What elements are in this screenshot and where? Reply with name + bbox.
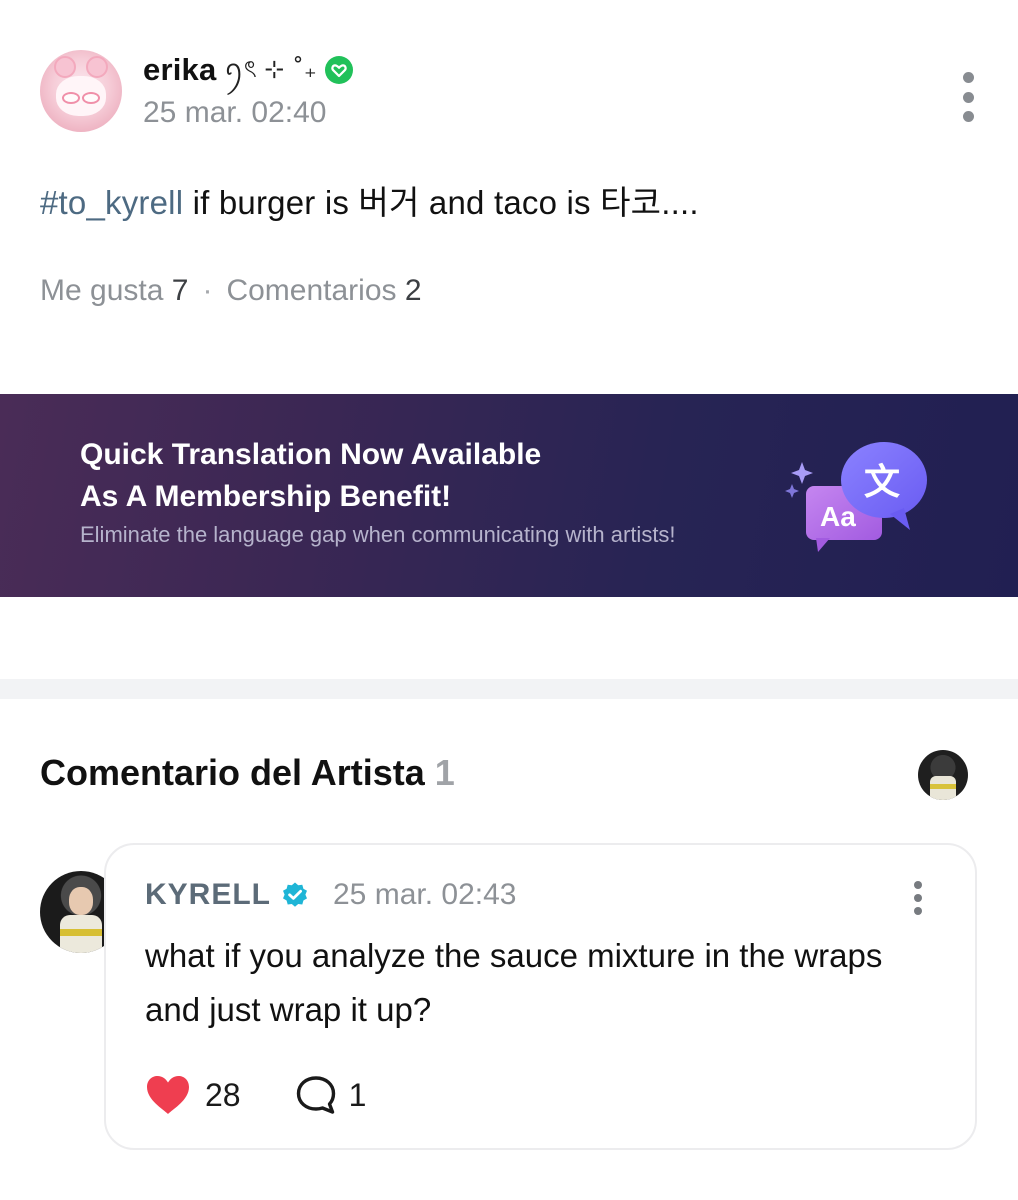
comment-bubble-icon [296, 1076, 335, 1114]
author-decoration: ꪆৎ ⊹ ˚₊ [224, 54, 317, 83]
reply-button[interactable]: 1 [295, 1075, 367, 1115]
artist-comment-title: Comentario del Artista 1 [40, 752, 455, 794]
comment-actions: 28 1 [145, 1073, 366, 1117]
artist-comment-count: 1 [434, 752, 455, 793]
artist-comment-title-text: Comentario del Artista [40, 752, 425, 793]
post-header: erika ꪆৎ ⊹ ˚₊ 25 mar. 02:40 [40, 50, 980, 132]
post-stats: Me gusta 7 · Comentarios 2 [40, 274, 422, 308]
comment-timestamp: 25 mar. 02:43 [333, 878, 517, 911]
reply-count: 1 [348, 1076, 367, 1113]
post-hashtag[interactable]: #to_kyrell [40, 184, 183, 221]
comment-more-icon[interactable] [913, 881, 923, 915]
comments-count: 2 [404, 274, 422, 307]
section-divider [0, 679, 1018, 699]
like-count: 28 [205, 1076, 241, 1113]
artist-avatar-small[interactable] [918, 750, 968, 800]
banner-title-line1: Quick Translation Now Available [80, 438, 542, 471]
post-text: #to_kyrell if burger is 버거 and taco is 타… [40, 176, 699, 224]
verified-badge-icon [281, 881, 309, 909]
translate-icon: Aa 文 [782, 434, 932, 564]
author-line: erika ꪆৎ ⊹ ˚₊ [143, 52, 353, 88]
verified-badge-icon [324, 56, 353, 84]
likes-stat[interactable]: Me gusta 7 [40, 274, 188, 308]
post-timestamp: 25 mar. 02:40 [143, 96, 327, 129]
svg-text:文: 文 [864, 462, 900, 503]
svg-text:Aa: Aa [820, 501, 856, 532]
likes-label: Me gusta [40, 274, 164, 307]
heart-icon [147, 1076, 189, 1114]
comment-text: what if you analyze the sauce mixture in… [145, 937, 883, 1028]
comments-label: Comentarios [226, 274, 397, 307]
more-vertical-icon[interactable] [960, 72, 976, 122]
author-avatar[interactable] [40, 50, 122, 132]
author-name[interactable]: erika [143, 52, 216, 88]
translation-banner[interactable]: Quick Translation Now Available As A Mem… [0, 394, 1018, 597]
artist-comment-card: KYRELL 25 mar. 02:43 what if you analyze… [104, 843, 977, 1150]
comments-stat[interactable]: Comentarios 2 [226, 274, 421, 308]
comment-author-name[interactable]: KYRELL [145, 878, 271, 912]
stats-separator: · [202, 274, 213, 307]
comment-header: KYRELL 25 mar. 02:43 [145, 877, 516, 913]
banner-subtitle: Eliminate the language gap when communic… [80, 522, 676, 547]
likes-count: 7 [171, 274, 189, 307]
banner-title: Quick Translation Now Available As A Mem… [80, 434, 541, 518]
post-body-text: if burger is 버거 and taco is 타코.... [183, 184, 699, 221]
banner-title-line2: As A Membership Benefit! [80, 480, 452, 513]
like-button[interactable]: 28 [145, 1074, 241, 1116]
